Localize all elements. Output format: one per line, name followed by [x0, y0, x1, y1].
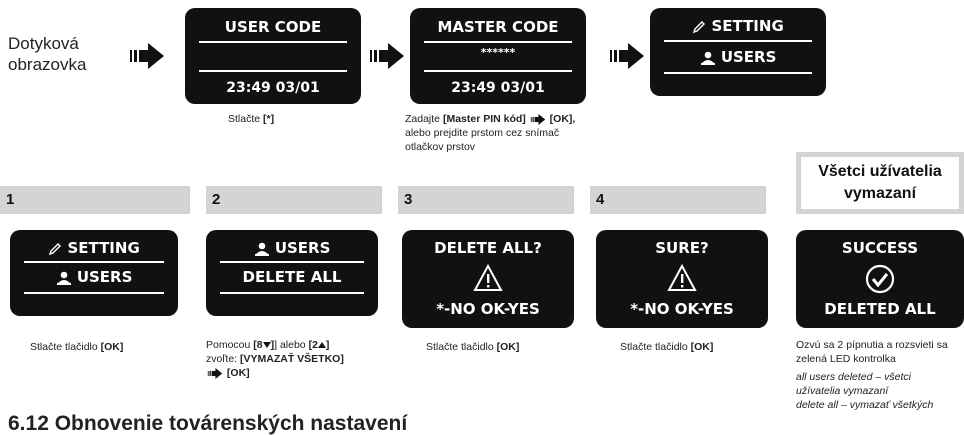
screen-master-code: MASTER CODE ****** 23:49 03/01 — [410, 8, 586, 104]
step-header-4: 4 — [590, 186, 766, 214]
intro-line1: Dotyková — [8, 34, 79, 53]
screen-title: SURE? — [655, 239, 709, 257]
arrow-right-icon — [530, 113, 545, 125]
step-header-2: 2 — [206, 186, 382, 214]
intro-label: Dotyková obrazovka — [8, 33, 86, 75]
caption-step3: Stlačte tlačidlo [OK] — [426, 341, 520, 353]
screen-title: MASTER CODE — [437, 18, 559, 36]
caption-step4: Stlačte tlačidlo [OK] — [620, 341, 714, 353]
divider — [24, 261, 164, 263]
screen-item: DELETE ALL — [242, 268, 342, 286]
pencil-icon — [49, 242, 62, 255]
caption-press-star: Stlačte [*] — [228, 113, 275, 125]
screen-options: *-NO OK-YES — [436, 300, 540, 318]
screen-item: USERS — [720, 48, 777, 66]
checkmark-icon — [865, 264, 895, 294]
pencil-icon — [693, 20, 706, 33]
screen-title: USER CODE — [224, 18, 322, 36]
section-heading: 6.12 Obnovenie továrenských nastavení — [8, 412, 408, 435]
caption-step1: Stlačte tlačidlo [OK] — [30, 341, 124, 353]
divider — [664, 72, 812, 74]
divider — [199, 70, 347, 72]
result-title-box: Všetci užívatelia vymazaní — [796, 152, 964, 214]
intro-line2: obrazovka — [8, 55, 87, 74]
screen-time: 23:49 03/01 — [451, 80, 545, 96]
screen-success: SUCCESS DELETED ALL — [796, 230, 964, 328]
divider — [199, 41, 347, 43]
arrow-right-icon — [370, 43, 404, 69]
screen-options: *-NO OK-YES — [630, 300, 734, 318]
screen-step4-sure: SURE? *-NO OK-YES — [596, 230, 768, 328]
result-title-line2: vymazaní — [843, 185, 917, 202]
user-icon — [254, 242, 269, 256]
divider — [220, 292, 364, 294]
arrow-down-icon — [262, 342, 271, 349]
caption-master-pin: Zadajte [Master PIN kód] [OK], alebo pre… — [405, 113, 576, 153]
divider — [424, 41, 572, 43]
divider — [424, 70, 572, 72]
user-icon — [56, 271, 71, 285]
result-title-line1: Všetci užívatelia — [818, 163, 942, 180]
arrow-up-icon — [317, 342, 326, 349]
step-header-3: 3 — [398, 186, 574, 214]
screen-title: SETTING — [711, 17, 784, 35]
screen-step1-setting: SETTING USERS — [10, 230, 178, 316]
divider — [24, 292, 164, 294]
warning-icon — [667, 264, 697, 291]
divider — [220, 261, 364, 263]
arrow-right-icon — [610, 43, 644, 69]
arrow-right-icon — [130, 43, 164, 69]
user-icon — [700, 51, 715, 65]
step-header-1: 1 — [0, 186, 190, 214]
divider — [664, 40, 812, 42]
pin-mask: ****** — [480, 46, 516, 59]
screen-item: DELETED ALL — [824, 300, 936, 318]
screen-time: 23:49 03/01 — [226, 80, 320, 96]
screen-step2-users: USERS DELETE ALL — [206, 230, 378, 316]
screen-setting: SETTING USERS — [650, 8, 826, 96]
screen-title: DELETE ALL? — [434, 239, 542, 257]
arrow-right-icon — [207, 367, 223, 379]
screen-step3-delete-all: DELETE ALL? *-NO OK-YES — [402, 230, 574, 328]
caption-success: Ozvú sa 2 pípnutia a rozsvieti sa zelená… — [796, 339, 948, 411]
screen-user-code: USER CODE 23:49 03/01 — [185, 8, 361, 104]
screen-title: SUCCESS — [841, 239, 919, 257]
caption-step2: Pomocou [8]] alebo [2] zvoľte: [VYMAZAŤ … — [206, 339, 344, 379]
warning-icon — [473, 264, 503, 291]
